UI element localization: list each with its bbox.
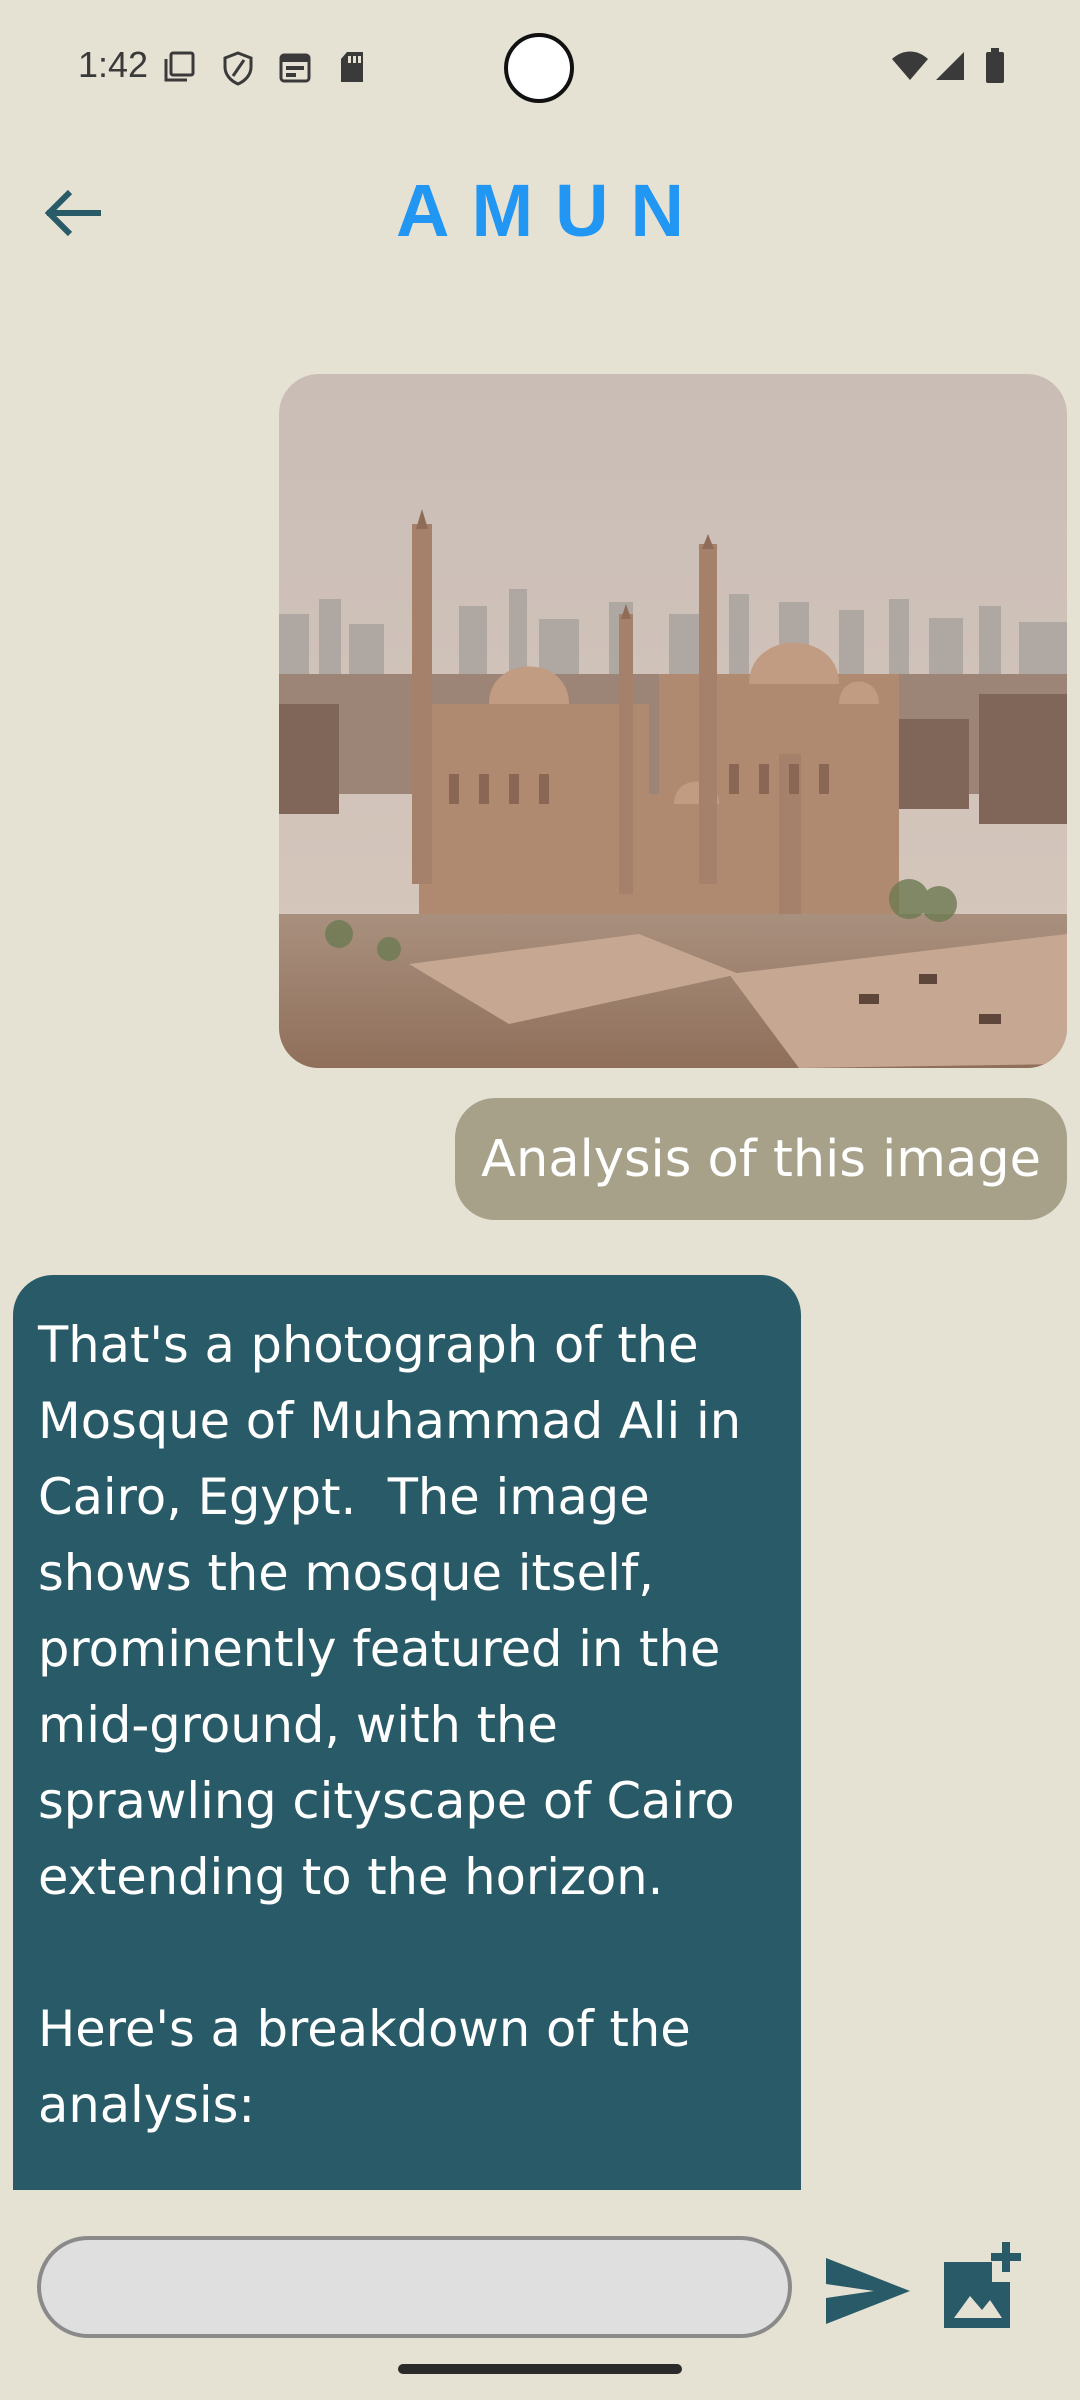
user-message-bubble: Analysis of this image — [455, 1098, 1067, 1220]
camera-cutout — [504, 33, 574, 103]
app-title: AMUN — [396, 169, 706, 252]
app-screen: 1:42 AMUN Analysis of this image That's … — [0, 0, 1080, 2400]
add-image-button[interactable] — [940, 2240, 1032, 2332]
bot-response-bubble: That's a photograph of the Mosque of Muh… — [13, 1275, 801, 2190]
wifi-icon — [890, 50, 930, 87]
message-input[interactable] — [37, 2236, 792, 2338]
status-bar: 1:42 — [0, 0, 1080, 140]
status-time: 1:42 — [78, 44, 149, 85]
send-button[interactable] — [822, 2250, 914, 2332]
battery-icon — [985, 48, 1005, 89]
sd-card-icon — [337, 50, 367, 89]
shield-icon — [221, 50, 255, 91]
cairo-mosque-photo — [279, 374, 1067, 1068]
app-header: AMUN — [0, 150, 1080, 270]
calendar-icon — [278, 50, 312, 89]
signal-icon — [934, 50, 966, 87]
home-indicator[interactable] — [398, 2364, 682, 2374]
screen-record-icon — [162, 50, 196, 89]
add-photo-icon — [944, 2242, 1021, 2328]
send-icon — [826, 2258, 910, 2324]
user-image-message[interactable] — [279, 374, 1067, 1068]
